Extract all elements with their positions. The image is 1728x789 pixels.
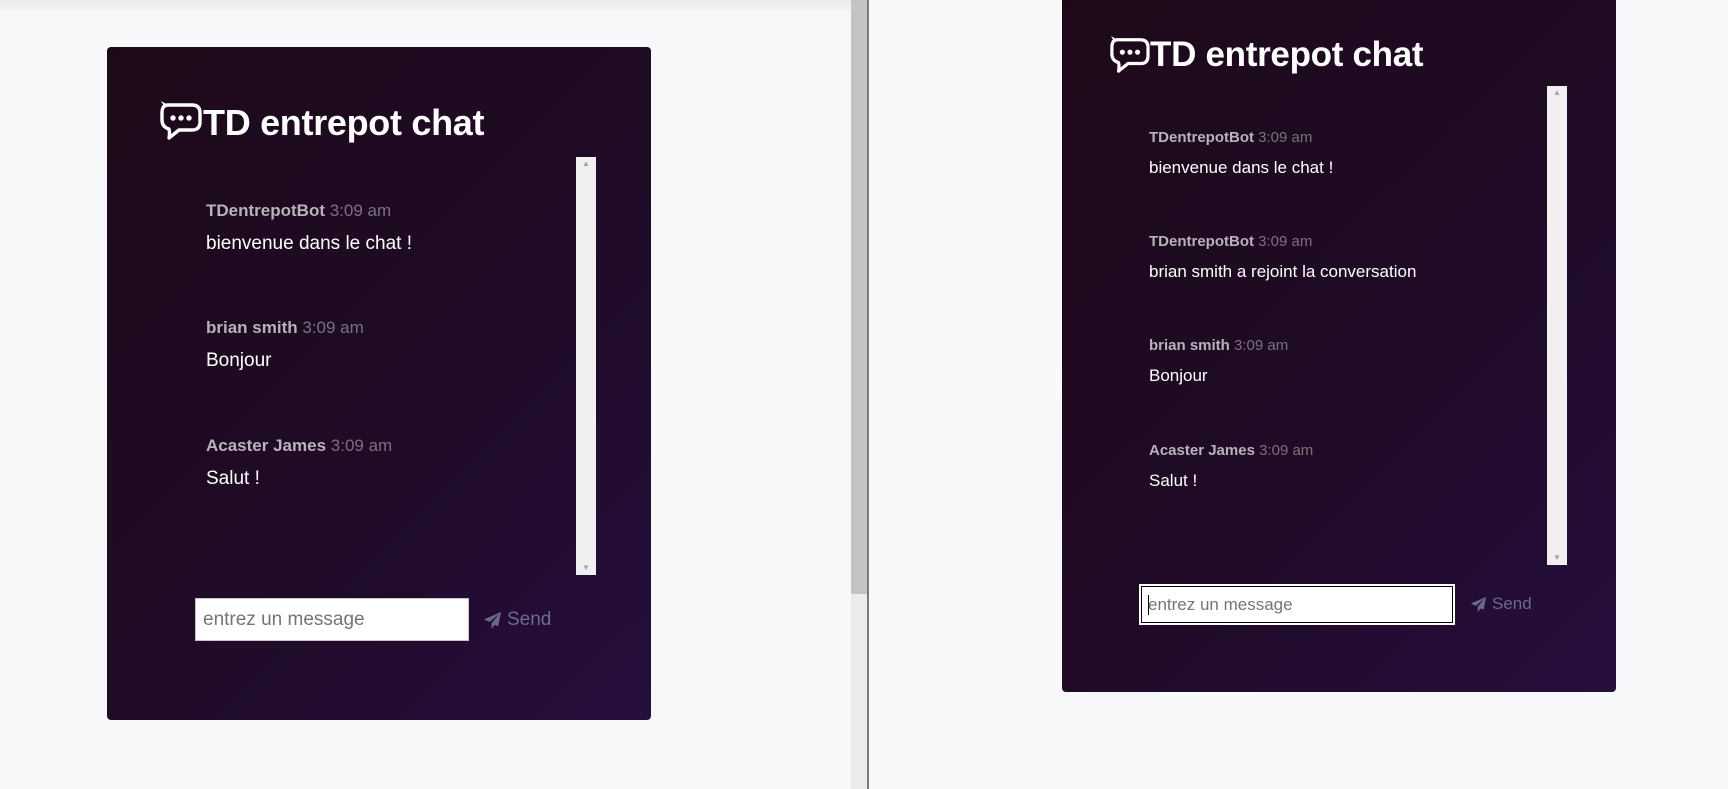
send-label: Send	[507, 609, 552, 630]
scroll-up-arrow[interactable]: ▲	[576, 157, 596, 171]
message-text: bienvenue dans le chat !	[206, 233, 412, 254]
message-header: Acaster James 3:09 am	[206, 436, 392, 456]
message-author: TDentrepotBot	[1149, 233, 1254, 250]
chat-bubble-icon	[1110, 36, 1150, 73]
message-author: Acaster James	[206, 436, 327, 455]
scrollbar-thumb[interactable]	[851, 0, 867, 594]
message-text: bienvenue dans le chat !	[1149, 158, 1334, 177]
message-text: Bonjour	[1149, 366, 1208, 385]
chat-title: TD entrepot chat	[1150, 35, 1424, 74]
message-time: 3:09 am	[302, 318, 364, 337]
chat-window-left: TD entrepot chat TDentrepotBot 3:09 am b…	[107, 47, 651, 720]
message-list-scrollbar[interactable]: ▲ ▼	[1547, 86, 1567, 565]
message-time: 3:09 am	[1259, 442, 1314, 459]
message-list: TDentrepotBot 3:09 am bienvenue dans le …	[206, 201, 566, 621]
message-item: TDentrepotBot 3:09 am brian smith a rejo…	[1149, 233, 1416, 282]
message-item: brian smith 3:09 am Bonjour	[1149, 337, 1288, 386]
message-item: TDentrepotBot 3:09 am bienvenue dans le …	[1149, 129, 1333, 178]
paper-plane-icon	[483, 611, 502, 629]
message-input[interactable]	[195, 598, 469, 641]
send-label: Send	[1492, 594, 1532, 613]
message-header: TDentrepotBot 3:09 am	[1149, 233, 1416, 251]
message-list: TDentrepotBot 3:09 am bienvenue dans le …	[1149, 129, 1549, 559]
chat-bubble-icon	[160, 101, 202, 140]
message-item: brian smith 3:09 am Bonjour	[206, 318, 364, 372]
scroll-up-arrow[interactable]: ▲	[1547, 86, 1567, 100]
send-button[interactable]: Send	[483, 607, 551, 633]
message-author: TDentrepotBot	[1149, 129, 1254, 146]
message-input[interactable]	[1139, 584, 1455, 625]
message-header: brian smith 3:09 am	[1149, 337, 1288, 355]
message-text: Salut !	[206, 468, 260, 489]
message-list-scrollbar[interactable]: ▲ ▼	[576, 157, 596, 575]
send-button[interactable]: Send	[1470, 592, 1532, 616]
message-header: TDentrepotBot 3:09 am	[1149, 129, 1333, 147]
message-author: TDentrepotBot	[206, 201, 325, 220]
message-time: 3:09 am	[329, 201, 392, 220]
message-time: 3:09 am	[1258, 129, 1313, 146]
message-header: TDentrepotBot 3:09 am	[206, 201, 412, 221]
message-item: Acaster James 3:09 am Salut !	[206, 436, 392, 490]
message-header: brian smith 3:09 am	[206, 318, 364, 338]
chat-window-right: TD entrepot chat TDentrepotBot 3:09 am b…	[1062, 0, 1616, 692]
scroll-down-arrow[interactable]: ▼	[1547, 551, 1567, 565]
message-time: 3:09 am	[1234, 337, 1289, 354]
message-header: Acaster James 3:09 am	[1149, 442, 1313, 460]
top-shadow	[0, 0, 851, 14]
scroll-down-arrow[interactable]: ▼	[576, 561, 596, 575]
message-author: brian smith	[1149, 337, 1230, 354]
pane-divider-scrollbar[interactable]	[851, 0, 869, 789]
message-author: brian smith	[206, 318, 298, 337]
message-text: Salut !	[1149, 471, 1198, 490]
text-caret	[1148, 595, 1149, 615]
left-browser-pane: TD entrepot chat TDentrepotBot 3:09 am b…	[0, 0, 851, 789]
chat-title: TD entrepot chat	[203, 102, 485, 143]
paper-plane-icon	[1470, 596, 1487, 612]
right-browser-pane: TD entrepot chat TDentrepotBot 3:09 am b…	[869, 0, 1728, 789]
message-text: brian smith a rejoint la conversation	[1149, 262, 1417, 281]
message-item: Acaster James 3:09 am Salut !	[1149, 442, 1313, 491]
message-author: Acaster James	[1149, 442, 1255, 459]
message-text: Bonjour	[206, 350, 272, 371]
message-time: 3:09 am	[330, 436, 393, 455]
message-item: TDentrepotBot 3:09 am bienvenue dans le …	[206, 201, 412, 255]
message-time: 3:09 am	[1258, 233, 1313, 250]
